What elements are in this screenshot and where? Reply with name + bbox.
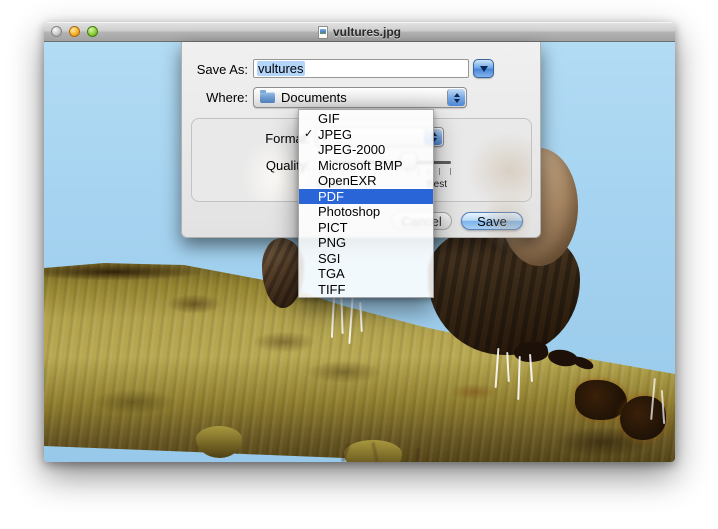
- menu-item-pdf[interactable]: PDF: [299, 189, 433, 205]
- disclosure-triangle-icon: [480, 66, 488, 72]
- checkmark-icon: ✓: [304, 127, 313, 143]
- menu-item-jpeg-2000[interactable]: JPEG-2000: [299, 142, 433, 158]
- where-label: Where:: [182, 90, 248, 105]
- window-title: vultures.jpg: [333, 25, 401, 39]
- where-value: Documents: [281, 90, 466, 105]
- format-label: Format:: [222, 131, 310, 146]
- menu-item-tiff[interactable]: TIFF: [299, 282, 433, 298]
- expand-sheet-button[interactable]: [473, 59, 494, 78]
- format-dropdown-menu: GIF ✓JPEG JPEG-2000 Microsoft BMP OpenEX…: [298, 109, 434, 298]
- menu-item-gif[interactable]: GIF: [299, 111, 433, 127]
- menu-item-openexr[interactable]: OpenEXR: [299, 173, 433, 189]
- desktop: vultures.jpg: [0, 0, 718, 529]
- save-button[interactable]: Save: [461, 212, 523, 230]
- menu-item-pict[interactable]: PICT: [299, 220, 433, 236]
- menu-item-jpeg[interactable]: ✓JPEG: [299, 127, 433, 143]
- title-area: vultures.jpg: [44, 22, 675, 42]
- filename-input[interactable]: vultures: [253, 59, 469, 78]
- menu-item-microsoft-bmp[interactable]: Microsoft BMP: [299, 158, 433, 174]
- where-popup[interactable]: Documents: [253, 87, 467, 108]
- bark-dark-patch: [620, 396, 666, 440]
- menu-item-tga[interactable]: TGA: [299, 266, 433, 282]
- popup-stepper-icon: [447, 89, 465, 106]
- menu-item-sgi[interactable]: SGI: [299, 251, 433, 267]
- quality-label: Quality:: [222, 158, 310, 173]
- folder-icon: [260, 92, 275, 103]
- bark-dark-patch: [575, 380, 627, 420]
- document-icon: [318, 26, 328, 39]
- menu-item-photoshop[interactable]: Photoshop: [299, 204, 433, 220]
- save-as-label: Save As:: [182, 62, 248, 77]
- title-bar[interactable]: vultures.jpg: [44, 22, 675, 42]
- menu-item-png[interactable]: PNG: [299, 235, 433, 251]
- selected-filename-text: vultures: [257, 61, 305, 76]
